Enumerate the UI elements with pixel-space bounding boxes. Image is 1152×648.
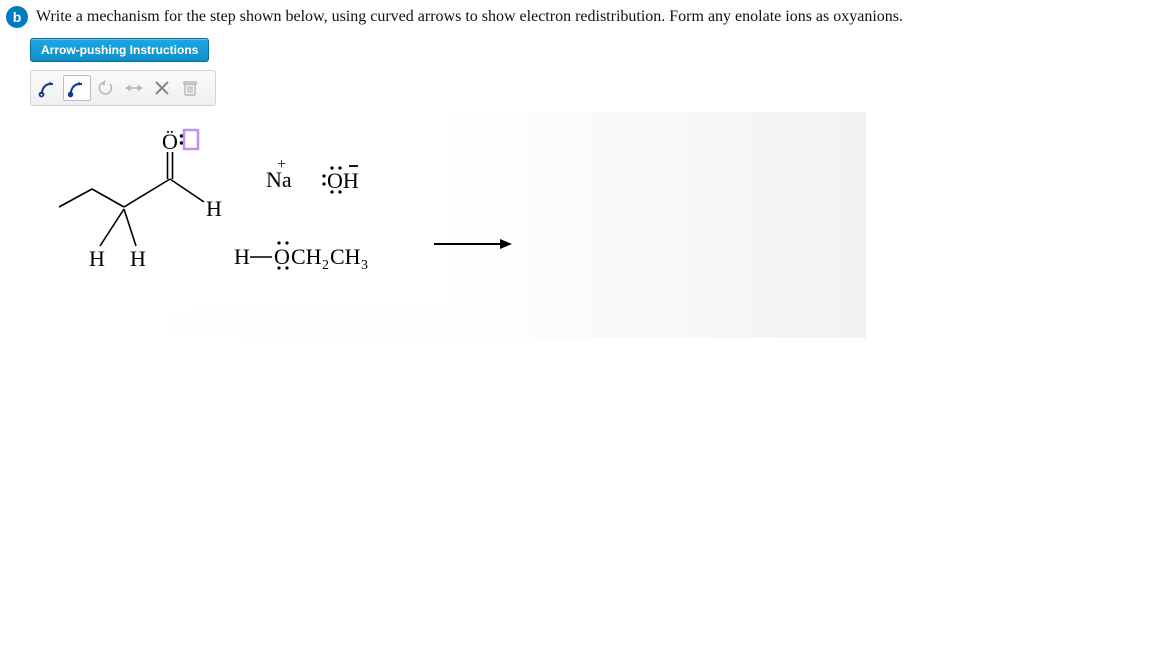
svg-text:2: 2 <box>322 258 329 273</box>
reaction-arrow-icon <box>432 237 512 251</box>
svg-text:O: O <box>274 244 290 269</box>
svg-text:CH: CH <box>330 244 361 269</box>
sodium-charge: + <box>277 156 286 173</box>
curved-arrow-open-dot-tool[interactable] <box>35 76 61 100</box>
clear-tool[interactable] <box>149 76 175 100</box>
svg-text:H: H <box>234 244 250 269</box>
carbonyl-oxygen-atom[interactable]: Ö <box>162 129 178 154</box>
svg-text:CH: CH <box>291 244 322 269</box>
alpha-hydrogen-2[interactable]: H <box>130 246 146 271</box>
reaction-panel: Ö H H H Na + <box>30 112 866 338</box>
arrow-pushing-instructions-button[interactable]: Arrow-pushing Instructions <box>30 38 209 62</box>
alpha-hydrogen-1[interactable]: H <box>89 246 105 271</box>
aldehyde-hydrogen[interactable]: H <box>206 196 222 221</box>
curved-arrow-filled-dot-tool[interactable] <box>63 75 91 101</box>
svg-text:OH: OH <box>327 168 359 193</box>
resonance-arrow-tool[interactable] <box>121 76 147 100</box>
ethanol-molecule[interactable]: H O CH 2 CH 3 <box>234 241 368 273</box>
undo-tool[interactable] <box>93 76 119 100</box>
mechanism-canvas[interactable]: Ö H H H Na + <box>30 108 450 308</box>
lone-pair-selection[interactable] <box>184 130 198 149</box>
delete-tool[interactable] <box>177 76 203 100</box>
svg-text:3: 3 <box>361 258 368 273</box>
question-text: Write a mechanism for the step shown bel… <box>36 8 903 26</box>
hydroxide-anion[interactable]: OH <box>322 166 358 194</box>
drawing-toolbar <box>30 70 216 106</box>
part-badge: b <box>6 6 28 28</box>
